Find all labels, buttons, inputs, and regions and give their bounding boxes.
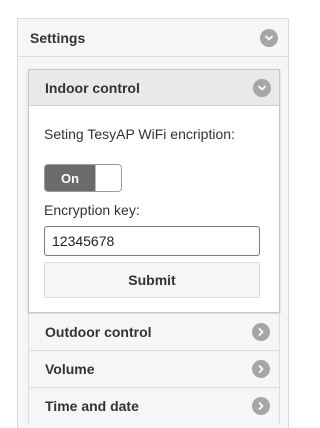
toggle-on-label: On — [45, 165, 95, 191]
section-time-and-date[interactable]: Time and date — [28, 387, 280, 424]
indoor-control-panel: Indoor control Seting TesyAP WiFi encrip… — [28, 69, 280, 313]
chevron-right-glyph — [258, 328, 264, 336]
section-label: Outdoor control — [45, 324, 152, 340]
settings-title: Settings — [30, 29, 86, 46]
indoor-control-body: Seting TesyAP WiFi encription: On Encryp… — [29, 106, 279, 298]
encryption-key-input[interactable] — [44, 226, 260, 256]
wifi-encryption-label: Seting TesyAP WiFi encription: — [44, 126, 235, 142]
section-outdoor-control[interactable]: Outdoor control — [28, 313, 280, 350]
toggle-knob[interactable] — [95, 165, 121, 191]
chevron-down-icon[interactable] — [260, 28, 278, 47]
chevron-right-glyph — [258, 402, 264, 410]
chevron-right-icon[interactable] — [252, 323, 270, 341]
chevron-down-icon[interactable] — [253, 78, 271, 97]
section-label: Volume — [45, 361, 95, 377]
encryption-key-label: Encryption key: — [44, 202, 140, 218]
wifi-encryption-toggle[interactable]: On — [44, 164, 122, 192]
chevron-down-glyph — [265, 35, 273, 40]
indoor-control-title: Indoor control — [45, 79, 140, 96]
indoor-control-header[interactable]: Indoor control — [29, 70, 279, 106]
section-label: Time and date — [45, 398, 139, 414]
section-volume[interactable]: Volume — [28, 350, 280, 387]
settings-content: Indoor control Seting TesyAP WiFi encrip… — [18, 57, 288, 313]
chevron-right-glyph — [258, 365, 264, 373]
chevron-down-glyph — [258, 85, 266, 90]
settings-panel: Settings Indoor control Seting TesyAP Wi… — [17, 18, 289, 428]
chevron-right-icon[interactable] — [252, 360, 270, 378]
chevron-right-icon[interactable] — [252, 397, 270, 415]
submit-button[interactable]: Submit — [44, 262, 260, 298]
settings-header[interactable]: Settings — [18, 19, 288, 57]
